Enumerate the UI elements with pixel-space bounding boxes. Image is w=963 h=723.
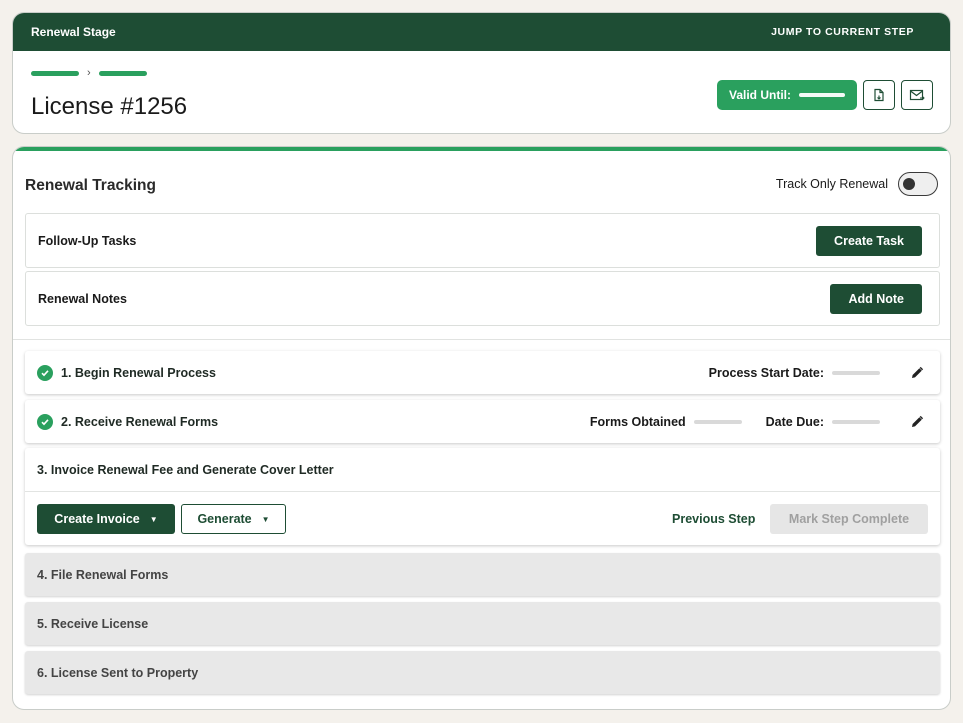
- step-begin-renewal[interactable]: 1. Begin Renewal Process Process Start D…: [25, 351, 940, 394]
- follow-up-tasks-panel: Follow-Up Tasks Create Task: [25, 213, 940, 268]
- step-label: 1. Begin Renewal Process: [61, 365, 216, 380]
- renewal-notes-panel: Renewal Notes Add Note: [25, 271, 940, 326]
- process-start-date-value: [832, 370, 880, 375]
- step-header: 3. Invoice Renewal Fee and Generate Cove…: [25, 448, 940, 492]
- valid-until-badge: Valid Until:: [717, 80, 857, 110]
- step-label: 4. File Renewal Forms: [37, 567, 169, 582]
- create-task-button[interactable]: Create Task: [816, 225, 922, 256]
- section-title: Renewal Tracking: [25, 177, 156, 194]
- previous-step-link[interactable]: Previous Step: [672, 512, 755, 526]
- valid-until-value: [799, 93, 845, 97]
- accent-bar: [13, 147, 950, 151]
- breadcrumb-item-2[interactable]: [98, 71, 147, 76]
- valid-until-label: Valid Until:: [729, 88, 792, 102]
- step-label: 2. Receive Renewal Forms: [61, 414, 219, 429]
- generate-dropdown[interactable]: Generate ▼: [181, 504, 286, 534]
- check-circle-icon: [37, 364, 53, 381]
- step-license-sent-to-property[interactable]: 6. License Sent to Property: [25, 651, 940, 694]
- breadcrumb-item-1[interactable]: [31, 71, 79, 76]
- toggle-label: Track Only Renewal: [775, 177, 888, 191]
- date-due-value: [832, 419, 880, 424]
- jump-to-current-step-link[interactable]: JUMP TO CURRENT STEP: [771, 26, 914, 38]
- process-start-date-label: Process Start Date:: [708, 365, 824, 380]
- stage-title: Renewal Stage: [31, 25, 116, 39]
- track-only-renewal-toggle[interactable]: [898, 172, 938, 196]
- renewal-notes-title: Renewal Notes: [38, 291, 127, 306]
- step-label: 3. Invoice Renewal Fee and Generate Cove…: [37, 462, 334, 477]
- step-receive-license[interactable]: 5. Receive License: [25, 602, 940, 645]
- license-header-card: Renewal Stage JUMP TO CURRENT STEP › Lic…: [12, 12, 951, 134]
- mail-send-icon: [909, 89, 925, 101]
- step-receive-renewal-forms[interactable]: 2. Receive Renewal Forms Forms Obtained …: [25, 400, 940, 443]
- step-label: 6. License Sent to Property: [37, 665, 199, 680]
- step-label: 5. Receive License: [37, 616, 149, 631]
- caret-down-icon: ▼: [261, 514, 270, 524]
- follow-up-tasks-title: Follow-Up Tasks: [38, 233, 137, 248]
- step-file-renewal-forms[interactable]: 4. File Renewal Forms: [25, 553, 940, 596]
- mark-step-complete-button[interactable]: Mark Step Complete: [770, 504, 928, 534]
- pencil-icon[interactable]: [910, 415, 924, 429]
- document-export-icon: [874, 88, 884, 102]
- step-actions: Create Invoice ▼ Generate ▼ Previous Ste…: [25, 492, 940, 545]
- breadcrumb: ›: [31, 67, 147, 79]
- send-email-button[interactable]: [901, 80, 933, 110]
- step-invoice-renewal-fee: 3. Invoice Renewal Fee and Generate Cove…: [25, 448, 940, 545]
- add-note-button[interactable]: Add Note: [830, 283, 922, 314]
- check-circle-icon: [37, 413, 53, 430]
- stage-bar: Renewal Stage JUMP TO CURRENT STEP: [13, 13, 950, 51]
- toggle-knob: [903, 178, 915, 190]
- pencil-icon[interactable]: [910, 366, 924, 380]
- date-due-label: Date Due:: [765, 414, 824, 429]
- export-document-button[interactable]: [863, 80, 895, 110]
- create-invoice-dropdown[interactable]: Create Invoice ▼: [37, 504, 175, 534]
- renewal-tracking-card: Renewal Tracking Track Only Renewal Foll…: [12, 146, 951, 710]
- page-title: License #1256: [31, 93, 188, 120]
- forms-obtained-value: [693, 419, 742, 424]
- track-only-renewal-control: Track Only Renewal: [776, 172, 938, 196]
- create-invoice-label: Create Invoice: [54, 512, 140, 526]
- divider: [13, 339, 950, 340]
- forms-obtained-label: Forms Obtained: [589, 414, 686, 429]
- breadcrumb-separator: ›: [87, 67, 91, 79]
- generate-label: Generate: [197, 512, 252, 526]
- caret-down-icon: ▼: [149, 514, 158, 524]
